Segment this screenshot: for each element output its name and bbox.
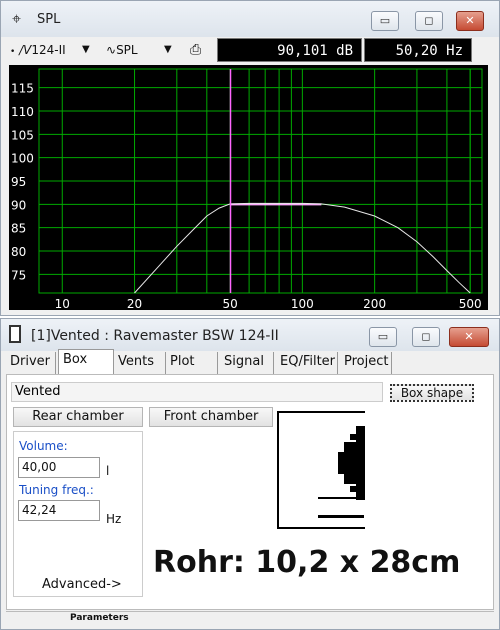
- y-tick-label: 80: [11, 245, 26, 259]
- tab-signal[interactable]: Signal: [220, 352, 274, 374]
- dot-icon: •: [10, 47, 16, 57]
- box-type-value: Vented: [15, 384, 61, 399]
- close-button[interactable]: ✕: [449, 327, 489, 347]
- spl-titlebar[interactable]: ⌖ SPL ▭ ◻ ✕: [1, 1, 499, 37]
- minimize-button[interactable]: ▭: [369, 327, 397, 347]
- status-parameters: Parameters: [70, 613, 129, 623]
- volume-unit: l: [106, 464, 110, 478]
- box-type-field[interactable]: Vented: [11, 382, 383, 402]
- spl-chart-svg: 115 110 105 100 95 90 85 80 75 10 20 50 100 200 500: [11, 68, 483, 311]
- curve-select[interactable]: ∿SPL ▼: [106, 39, 184, 61]
- print-button[interactable]: ⎙: [190, 39, 216, 61]
- tuning-freq-input[interactable]: 42,24: [18, 500, 100, 521]
- spl-chart[interactable]: 115 110 105 100 95 90 85 80 75 10 20 50 100 200 500: [9, 65, 488, 311]
- chevron-down-icon: ▼: [164, 44, 172, 55]
- x-tick-label: 50: [222, 297, 237, 310]
- y-tick-label: 100: [11, 152, 34, 166]
- spl-title: SPL: [37, 12, 61, 27]
- front-chamber-button[interactable]: Front chamber: [149, 407, 273, 427]
- box-shape-button[interactable]: Box shape: [390, 384, 474, 402]
- x-tick-label: 500: [459, 297, 482, 310]
- printer-icon: ⎙: [190, 42, 202, 58]
- close-button[interactable]: ✕: [456, 11, 484, 31]
- maximize-button[interactable]: ◻: [412, 327, 440, 347]
- app-icon: [9, 325, 21, 343]
- tab-driver[interactable]: Driver: [6, 352, 56, 374]
- rear-chamber-button[interactable]: Rear chamber: [13, 407, 143, 427]
- x-tick-label: 200: [363, 297, 386, 310]
- readout-hz: 50,20 Hz: [364, 38, 472, 62]
- vent-line-top: [318, 497, 364, 499]
- speaker-icon: /V: [19, 43, 32, 57]
- crosshair-icon: ⌖: [12, 9, 22, 28]
- driver-select[interactable]: • /V124-II ▼: [10, 39, 100, 61]
- y-tick-label: 105: [11, 128, 34, 142]
- vent-line-bottom: [318, 515, 364, 518]
- spl-toolbar: • /V124-II ▼ ∿SPL ▼ ⎙ 90,101 dB 50,20 Hz: [6, 38, 494, 62]
- curve-select-value: SPL: [116, 43, 138, 57]
- y-tick-label: 110: [11, 105, 34, 119]
- driver-select-value: 124-II: [31, 43, 66, 57]
- box-titlebar[interactable]: [1]Vented : Ravemaster BSW 124-II ▭ ◻ ✕: [1, 319, 499, 351]
- status-bar: Parameters: [6, 611, 494, 626]
- tab-eq-filter[interactable]: EQ/Filter: [276, 352, 338, 374]
- volume-input[interactable]: 40,00: [18, 457, 100, 478]
- y-tick-label: 75: [11, 268, 26, 282]
- driver-icon: [338, 426, 365, 500]
- chevron-down-icon: ▼: [82, 44, 90, 55]
- maximize-button[interactable]: ◻: [415, 11, 443, 31]
- x-tick-label: 20: [127, 297, 142, 310]
- x-tick-label: 10: [55, 297, 70, 310]
- readout-db: 90,101 dB: [217, 38, 362, 62]
- y-tick-label: 115: [11, 82, 34, 96]
- vent-annotation: Rohr: 10,2 x 28cm: [153, 545, 461, 580]
- box-title: [1]Vented : Ravemaster BSW 124-II: [31, 328, 279, 344]
- tuning-freq-label: Tuning freq.:: [19, 483, 94, 497]
- y-tick-label: 95: [11, 175, 26, 189]
- tab-project[interactable]: Project: [340, 352, 392, 374]
- y-tick-label: 90: [11, 198, 26, 212]
- y-tick-label: 85: [11, 222, 26, 236]
- minimize-button[interactable]: ▭: [371, 11, 399, 31]
- tab-box[interactable]: Box: [58, 349, 114, 374]
- wave-icon: ∿: [106, 43, 117, 57]
- tuning-freq-unit: Hz: [106, 512, 122, 526]
- advanced-button[interactable]: Advanced->: [42, 577, 122, 592]
- x-tick-label: 100: [291, 297, 314, 310]
- tab-vents[interactable]: Vents: [114, 352, 166, 374]
- volume-label: Volume:: [19, 439, 68, 453]
- spl-window: ⌖ SPL ▭ ◻ ✕ • /V124-II ▼ ∿SPL ▼ ⎙ 90,101…: [0, 0, 500, 316]
- tab-plot[interactable]: Plot: [166, 352, 218, 374]
